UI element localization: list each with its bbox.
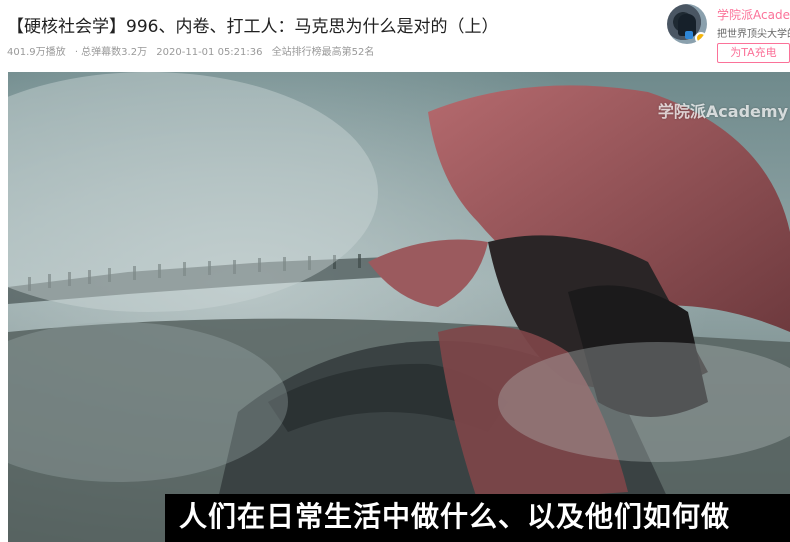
uploader-description: 把世界顶尖大学的课程带给你	[717, 29, 790, 40]
subtitle-text: 人们在日常生活中做什么、以及他们如何做	[179, 500, 731, 533]
play-count: 401.9万播放	[7, 47, 66, 58]
danmaku-count: · 总弹幕数3.2万	[74, 47, 148, 58]
video-player[interactable]: 学院派Academy 人们在日常生活中做什么、以及他们如何做	[8, 72, 790, 542]
subtitle-box: 人们在日常生活中做什么、以及他们如何做	[165, 494, 790, 542]
charge-button[interactable]: 为TA充电	[717, 43, 790, 63]
video-meta: 401.9万播放 · 总弹幕数3.2万 2020-11-01 05:21:36 …	[7, 43, 380, 58]
rank-info[interactable]: 全站排行榜最高第52名	[272, 47, 375, 58]
avatar-accent	[685, 31, 693, 39]
uploader-avatar[interactable]	[667, 4, 707, 44]
uploader-name[interactable]: 学院派Academy	[717, 6, 790, 23]
publish-date: 2020-11-01 05:21:36	[156, 47, 263, 58]
video-title: 【硬核社会学】996、内卷、打工人：马克思为什么是对的（上）	[7, 17, 499, 37]
video-frame	[8, 72, 790, 542]
channel-watermark: 学院派Academy	[657, 102, 788, 121]
verified-badge-icon	[695, 32, 707, 44]
